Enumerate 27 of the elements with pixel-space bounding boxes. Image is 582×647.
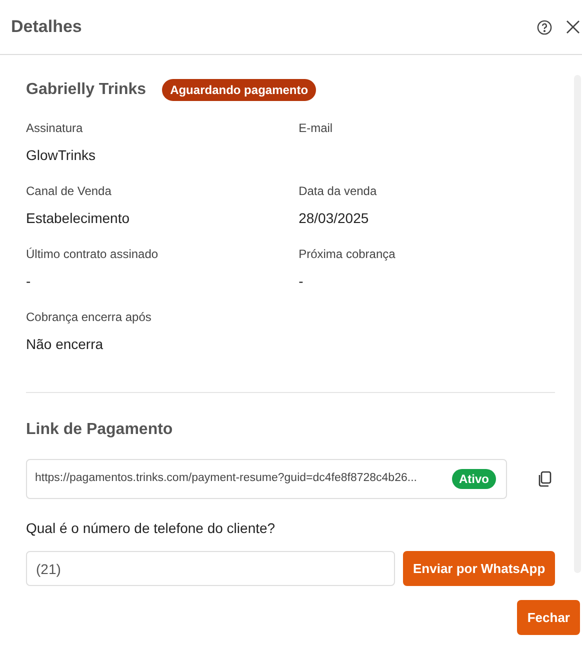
field-value: 28/03/2025 <box>298 210 370 226</box>
phone-question: Qual é o número de telefone do cliente? <box>26 519 276 538</box>
status-badge: Ativo <box>452 469 496 489</box>
field-value: - <box>26 273 32 289</box>
phone-field[interactable]: (21) <box>26 551 395 586</box>
status-badge: Aguardando pagamento <box>162 79 316 101</box>
field-label: Assinatura <box>26 121 84 135</box>
field-label: E-mail <box>298 121 334 135</box>
section-title: Link de Pagamento <box>26 420 174 440</box>
field-value: Não encerra <box>26 336 104 352</box>
link-field[interactable]: https://pagamentos.trinks.com/payment-resume?guid=dc4fe8f8728c4b26... Ativo <box>26 459 507 499</box>
client-name: Gabrielly Trinks <box>26 80 146 100</box>
field-label: Cobrança encerra após <box>26 310 152 324</box>
field-label: Data da venda <box>298 184 378 198</box>
whatsapp-button[interactable]: Enviar por WhatsApp <box>403 551 556 586</box>
field-value: GlowTrinks <box>26 147 96 163</box>
close-icon[interactable] <box>566 20 580 34</box>
field-value: Estabelecimento <box>26 210 131 226</box>
close-button[interactable]: Fechar <box>517 600 580 635</box>
copy-icon[interactable] <box>538 471 552 487</box>
help-icon[interactable] <box>537 20 552 34</box>
field-label: Canal de Venda <box>26 184 112 198</box>
link-url: https://pagamentos.trinks.com/payment-resume?guid=dc4fe8f8728c4b26... <box>35 471 417 486</box>
field-value: - <box>298 273 304 289</box>
field-label: Último contrato assinado <box>26 247 160 261</box>
field-label: Próxima cobrança <box>298 247 396 261</box>
dialog-title: Detalhes <box>11 16 82 38</box>
